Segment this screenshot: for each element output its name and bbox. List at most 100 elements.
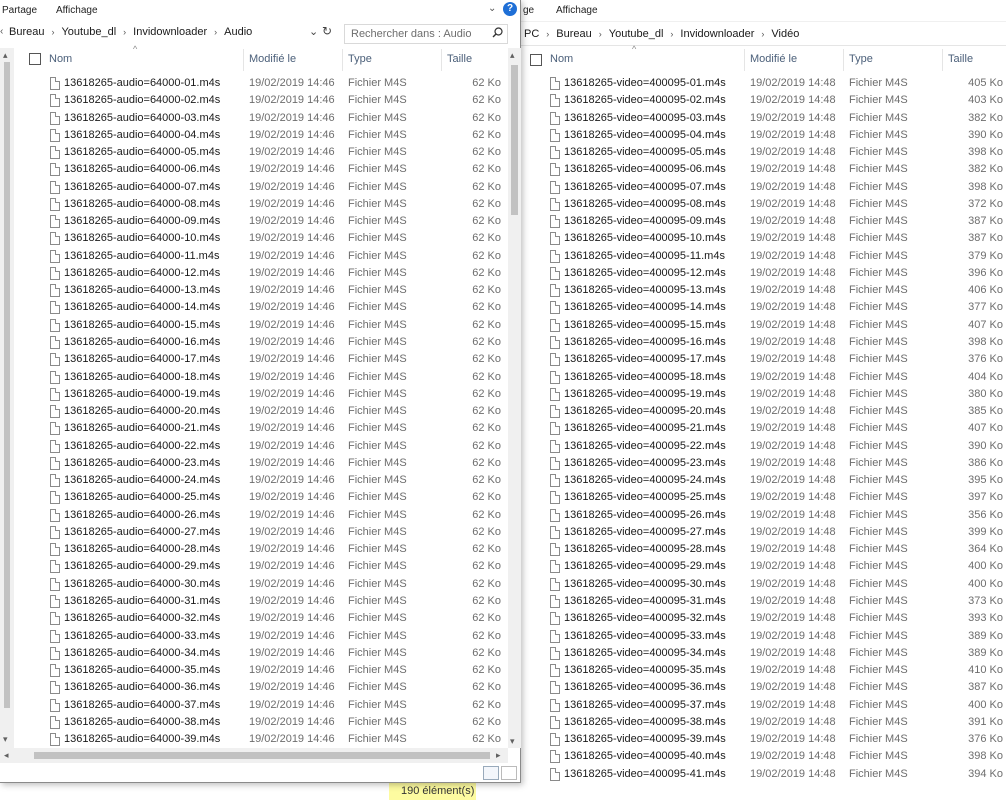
file-row[interactable]: 13618265-audio=64000-32.m4s 19/02/2019 14… (20, 610, 508, 627)
file-row[interactable]: 13618265-video=400095-08.m4s 19/02/2019 1… (520, 196, 1006, 213)
file-row[interactable]: 13618265-audio=64000-29.m4s 19/02/2019 14… (20, 558, 508, 575)
file-row[interactable]: 13618265-video=400095-19.m4s 19/02/2019 1… (520, 386, 1006, 403)
breadcrumb-item[interactable]: Bureau (9, 26, 44, 38)
file-row[interactable]: 13618265-video=400095-38.m4s 19/02/2019 1… (520, 714, 1006, 731)
breadcrumb-item[interactable]: Vidéo (771, 28, 799, 40)
file-row[interactable]: 13618265-audio=64000-38.m4s 19/02/2019 14… (20, 714, 508, 731)
file-row[interactable]: 13618265-audio=64000-01.m4s 19/02/2019 14… (20, 75, 508, 92)
file-row[interactable]: 13618265-video=400095-34.m4s 19/02/2019 1… (520, 645, 1006, 662)
file-row[interactable]: 13618265-audio=64000-25.m4s 19/02/2019 14… (20, 489, 508, 506)
scrollbar-thumb[interactable] (4, 62, 10, 708)
file-row[interactable]: 13618265-audio=64000-31.m4s 19/02/2019 14… (20, 593, 508, 610)
file-row[interactable]: 13618265-video=400095-41.m4s 19/02/2019 1… (520, 766, 1006, 783)
breadcrumb-item[interactable]: Audio (224, 26, 252, 38)
file-row[interactable]: 13618265-video=400095-14.m4s 19/02/2019 1… (520, 299, 1006, 316)
file-row[interactable]: 13618265-audio=64000-23.m4s 19/02/2019 14… (20, 455, 508, 472)
search-box[interactable]: Rechercher dans : Audio (344, 24, 508, 44)
navigation-pane-scrollbar[interactable]: ▴ ▾ (0, 48, 14, 748)
file-row[interactable]: 13618265-video=400095-07.m4s 19/02/2019 1… (520, 179, 1006, 196)
ribbon-tab-view[interactable]: Affichage (556, 5, 598, 16)
breadcrumb-item[interactable]: PC (524, 28, 539, 40)
column-divider[interactable] (942, 49, 943, 71)
column-divider[interactable] (843, 49, 844, 71)
scroll-down-arrow-icon[interactable]: ▾ (510, 736, 515, 747)
scroll-left-arrow-icon[interactable]: ◂ (4, 750, 9, 761)
breadcrumb-item[interactable]: Youtube_dl (609, 28, 664, 40)
file-row[interactable]: 13618265-audio=64000-14.m4s 19/02/2019 14… (20, 299, 508, 316)
history-dropdown-icon[interactable]: ⌄ (309, 25, 318, 38)
file-row[interactable]: 13618265-audio=64000-27.m4s 19/02/2019 14… (20, 524, 508, 541)
file-row[interactable]: 13618265-audio=64000-03.m4s 19/02/2019 14… (20, 110, 508, 127)
scrollbar-thumb[interactable] (34, 752, 490, 759)
file-row[interactable]: 13618265-video=400095-37.m4s 19/02/2019 1… (520, 697, 1006, 714)
column-divider[interactable] (243, 49, 244, 71)
file-row[interactable]: 13618265-video=400095-25.m4s 19/02/2019 1… (520, 489, 1006, 506)
file-row[interactable]: 13618265-video=400095-06.m4s 19/02/2019 1… (520, 161, 1006, 178)
scroll-right-arrow-icon[interactable]: ▸ (496, 750, 501, 761)
column-divider[interactable] (342, 49, 343, 71)
file-row[interactable]: 13618265-video=400095-39.m4s 19/02/2019 1… (520, 731, 1006, 748)
file-row[interactable]: 13618265-audio=64000-20.m4s 19/02/2019 14… (20, 403, 508, 420)
file-row[interactable]: 13618265-video=400095-10.m4s 19/02/2019 1… (520, 230, 1006, 247)
details-view-icon[interactable] (483, 766, 499, 780)
select-all-checkbox[interactable] (29, 53, 41, 65)
breadcrumb-item[interactable]: Youtube_dl (61, 26, 116, 38)
file-row[interactable]: 13618265-video=400095-27.m4s 19/02/2019 1… (520, 524, 1006, 541)
file-row[interactable]: 13618265-video=400095-20.m4s 19/02/2019 1… (520, 403, 1006, 420)
column-name[interactable]: Nom (550, 53, 573, 65)
file-row[interactable]: 13618265-audio=64000-08.m4s 19/02/2019 14… (20, 196, 508, 213)
file-row[interactable]: 13618265-audio=64000-05.m4s 19/02/2019 14… (20, 144, 508, 161)
breadcrumb-item[interactable]: Invidownloader (680, 28, 754, 40)
breadcrumb-item[interactable]: Bureau (556, 28, 591, 40)
file-row[interactable]: 13618265-audio=64000-18.m4s 19/02/2019 14… (20, 369, 508, 386)
file-row[interactable]: 13618265-audio=64000-33.m4s 19/02/2019 14… (20, 628, 508, 645)
file-row[interactable]: 13618265-audio=64000-04.m4s 19/02/2019 14… (20, 127, 508, 144)
file-row[interactable]: 13618265-audio=64000-16.m4s 19/02/2019 14… (20, 334, 508, 351)
file-row[interactable]: 13618265-video=400095-24.m4s 19/02/2019 1… (520, 472, 1006, 489)
file-row[interactable]: 13618265-video=400095-04.m4s 19/02/2019 1… (520, 127, 1006, 144)
address-bar[interactable]: PC › Bureau › Youtube_dl › Invidownloader › Vidé… (520, 24, 1006, 46)
file-row[interactable]: 13618265-audio=64000-26.m4s 19/02/2019 14… (20, 507, 508, 524)
column-modified[interactable]: Modifié le (750, 53, 797, 65)
file-row[interactable]: 13618265-video=400095-32.m4s 19/02/2019 1… (520, 610, 1006, 627)
column-type[interactable]: Type (348, 53, 372, 65)
column-size[interactable]: Taille (447, 53, 472, 65)
file-row[interactable]: 13618265-audio=64000-17.m4s 19/02/2019 14… (20, 351, 508, 368)
file-row[interactable]: 13618265-video=400095-15.m4s 19/02/2019 1… (520, 317, 1006, 334)
ribbon-tab-view[interactable]: Affichage (56, 5, 98, 16)
file-row[interactable]: 13618265-video=400095-01.m4s 19/02/2019 1… (520, 75, 1006, 92)
file-row[interactable]: 13618265-video=400095-05.m4s 19/02/2019 1… (520, 144, 1006, 161)
file-row[interactable]: 13618265-video=400095-13.m4s 19/02/2019 1… (520, 282, 1006, 299)
scroll-up-arrow-icon[interactable]: ▴ (3, 50, 8, 61)
help-icon[interactable]: ? (503, 2, 517, 16)
file-row[interactable]: 13618265-video=400095-17.m4s 19/02/2019 1… (520, 351, 1006, 368)
file-row[interactable]: 13618265-audio=64000-12.m4s 19/02/2019 14… (20, 265, 508, 282)
file-row[interactable]: 13618265-audio=64000-37.m4s 19/02/2019 14… (20, 697, 508, 714)
scrollbar-thumb[interactable] (511, 65, 518, 215)
ribbon-tab-share[interactable]: Partage (2, 5, 37, 16)
file-row[interactable]: 13618265-video=400095-36.m4s 19/02/2019 1… (520, 679, 1006, 696)
file-row[interactable]: 13618265-audio=64000-15.m4s 19/02/2019 14… (20, 317, 508, 334)
file-row[interactable]: 13618265-audio=64000-28.m4s 19/02/2019 14… (20, 541, 508, 558)
vertical-scrollbar[interactable]: ▴ ▾ (508, 48, 521, 748)
file-row[interactable]: 13618265-audio=64000-06.m4s 19/02/2019 14… (20, 161, 508, 178)
file-row[interactable]: 13618265-video=400095-23.m4s 19/02/2019 1… (520, 455, 1006, 472)
file-row[interactable]: 13618265-audio=64000-10.m4s 19/02/2019 14… (20, 230, 508, 247)
file-row[interactable]: 13618265-video=400095-28.m4s 19/02/2019 1… (520, 541, 1006, 558)
file-row[interactable]: 13618265-audio=64000-02.m4s 19/02/2019 14… (20, 92, 508, 109)
file-row[interactable]: 13618265-video=400095-02.m4s 19/02/2019 1… (520, 92, 1006, 109)
file-row[interactable]: 13618265-audio=64000-11.m4s 19/02/2019 14… (20, 248, 508, 265)
column-divider[interactable] (744, 49, 745, 71)
file-row[interactable]: 13618265-audio=64000-34.m4s 19/02/2019 14… (20, 645, 508, 662)
column-divider[interactable] (441, 49, 442, 71)
file-row[interactable]: 13618265-audio=64000-19.m4s 19/02/2019 14… (20, 386, 508, 403)
column-modified[interactable]: Modifié le (249, 53, 296, 65)
file-row[interactable]: 13618265-video=400095-16.m4s 19/02/2019 1… (520, 334, 1006, 351)
file-row[interactable]: 13618265-audio=64000-36.m4s 19/02/2019 14… (20, 679, 508, 696)
select-all-checkbox[interactable] (530, 54, 542, 66)
file-row[interactable]: 13618265-audio=64000-22.m4s 19/02/2019 14… (20, 438, 508, 455)
breadcrumb-item[interactable]: Invidownloader (133, 26, 207, 38)
file-row[interactable]: 13618265-video=400095-12.m4s 19/02/2019 1… (520, 265, 1006, 282)
file-row[interactable]: 13618265-audio=64000-21.m4s 19/02/2019 14… (20, 420, 508, 437)
file-row[interactable]: 13618265-video=400095-18.m4s 19/02/2019 1… (520, 369, 1006, 386)
